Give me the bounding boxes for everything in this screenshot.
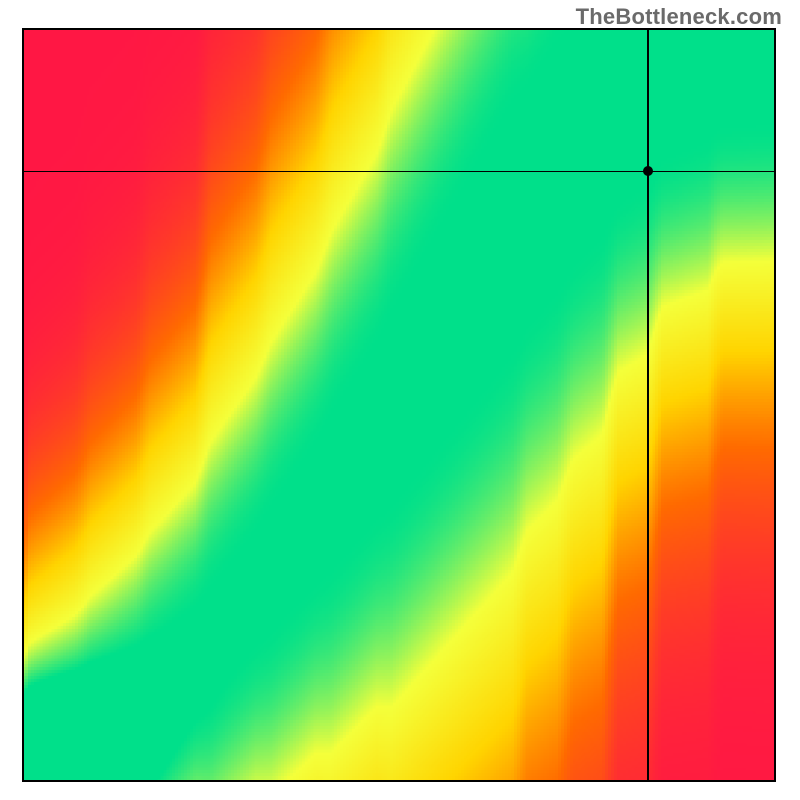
heatmap-canvas (22, 28, 776, 782)
crosshair-vertical (647, 28, 649, 782)
crosshair-horizontal (22, 171, 776, 173)
heatmap-plot (22, 28, 776, 782)
watermark-text: TheBottleneck.com (576, 4, 782, 30)
